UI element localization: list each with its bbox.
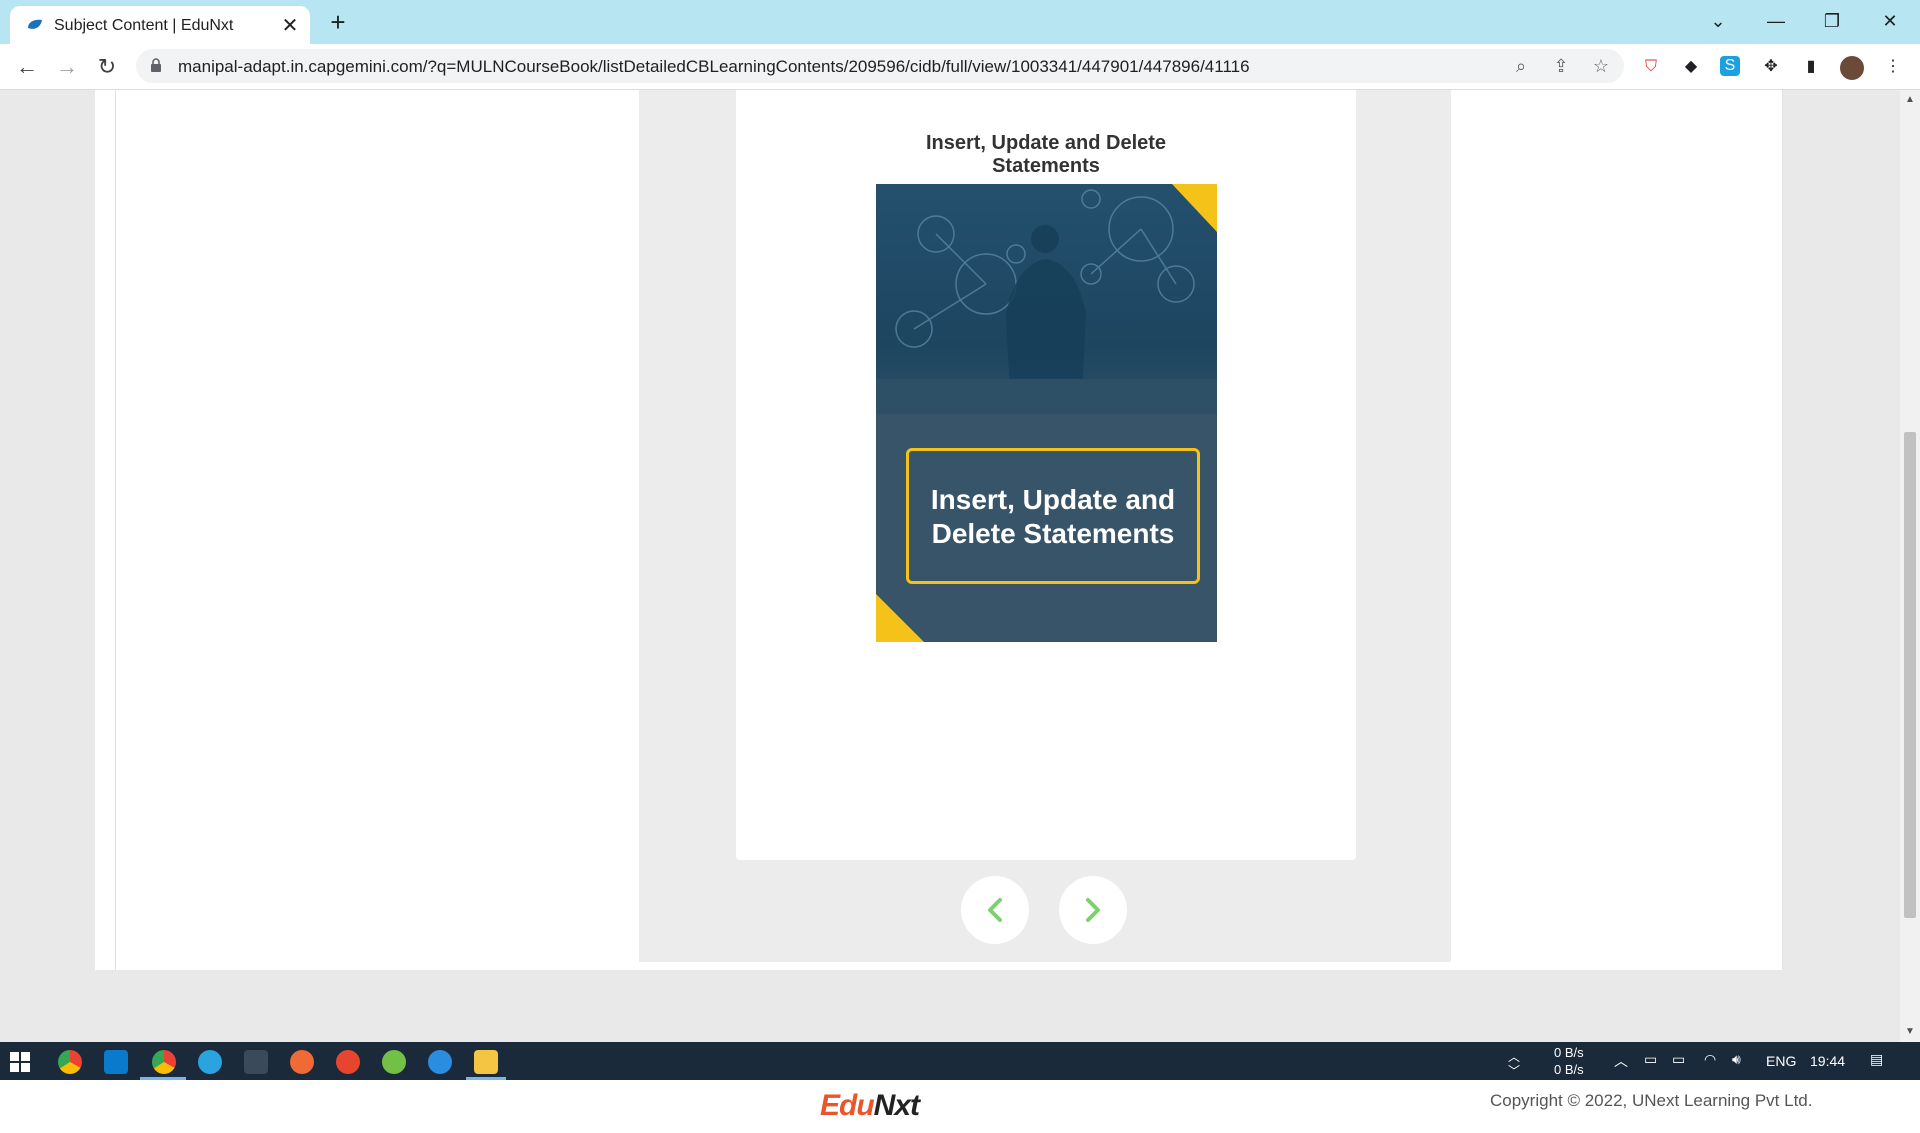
edunxt-logo: EduNxt <box>820 1089 920 1123</box>
clock[interactable]: 19:44 <box>1810 1053 1845 1069</box>
cover-title-line: Insert, Update and <box>930 484 1176 515</box>
cover-image: Insert, Update and Delete Statements <box>876 184 1217 642</box>
cover-photo <box>876 184 1217 414</box>
browser-tab-strip: Subject Content | EduNxt ✕ + ⌄ — ❐ ✕ <box>0 0 1920 44</box>
extensions-puzzle-icon[interactable]: ✥ <box>1760 56 1782 78</box>
network-people-illustration <box>876 189 1217 414</box>
content-card: Insert, Update and Delete Statements Ins… <box>736 90 1356 860</box>
address-bar[interactable]: manipal-adapt.in.capgemini.com/?q=MULNCo… <box>136 49 1624 83</box>
windows-start-icon[interactable] <box>10 1052 30 1072</box>
side-panel-icon[interactable]: ▮ <box>1800 56 1822 78</box>
notifications-icon[interactable]: ▤ <box>1870 1051 1883 1068</box>
tab-title: Subject Content | EduNxt <box>54 17 234 34</box>
forward-button[interactable]: → <box>53 53 81 81</box>
scroll-up-arrow-icon[interactable]: ▲ <box>1904 94 1916 106</box>
app-icon[interactable] <box>244 1050 268 1074</box>
zoom-icon[interactable]: ⌕ <box>1510 55 1532 77</box>
browser-tab[interactable]: Subject Content | EduNxt ✕ <box>10 6 310 44</box>
volume-icon[interactable]: 🔊︎ <box>1732 1051 1741 1068</box>
content-container: Insert, Update and Delete Statements Ins… <box>95 90 1783 970</box>
vscode-icon[interactable] <box>104 1050 128 1074</box>
postman-icon[interactable] <box>290 1050 314 1074</box>
windows-taskbar: ︿ ﹀ 0 B/s 0 B/s ︿ ▭ ▭ ◠ 🔊︎ ENG 19:44 ▤ <box>0 1042 1920 1080</box>
file-explorer-icon[interactable] <box>474 1050 498 1074</box>
logo-text: Edu <box>820 1089 875 1122</box>
cover-title: Insert, Update and Delete Statements <box>909 483 1197 551</box>
scroll-thumb[interactable] <box>1904 432 1916 918</box>
edunxt-favicon-icon <box>28 19 42 29</box>
page-background: Insert, Update and Delete Statements Ins… <box>0 90 1900 1133</box>
wifi-icon[interactable]: ◠ <box>1704 1051 1716 1068</box>
logo-text: Nxt <box>873 1089 920 1122</box>
cover-title-box: Insert, Update and Delete Statements <box>906 448 1200 584</box>
close-tab-icon[interactable]: ✕ <box>278 14 302 38</box>
telegram-icon[interactable] <box>198 1050 222 1074</box>
corner-accent-top <box>1172 184 1217 232</box>
corner-accent-bottom <box>876 594 924 642</box>
url-text: manipal-adapt.in.capgemini.com/?q=MULNCo… <box>178 57 1250 76</box>
chrome-active-icon[interactable] <box>152 1050 176 1074</box>
network-download-speed: 0 B/s <box>1554 1062 1584 1077</box>
previous-button[interactable] <box>961 876 1029 944</box>
meet-icon[interactable]: ▭ <box>1644 1051 1657 1068</box>
close-window-button[interactable]: ✕ <box>1872 6 1908 36</box>
cover-title-line: Delete Statements <box>931 518 1175 549</box>
browser-toolbar: ← → ↻ manipal-adapt.in.capgemini.com/?q=… <box>0 44 1920 90</box>
chevron-down-icon[interactable]: ﹀ <box>1508 1062 1520 1079</box>
show-hidden-icons-icon[interactable]: ︿ <box>1614 1051 1628 1071</box>
menu-kebab-icon[interactable]: ⋮ <box>1882 56 1904 78</box>
chevron-left-icon <box>988 898 1002 922</box>
network-upload-speed: 0 B/s <box>1554 1045 1584 1060</box>
extension-s-icon[interactable]: S <box>1720 56 1740 76</box>
tab-search-icon[interactable]: ⌄ <box>1700 6 1736 36</box>
divider <box>1782 90 1783 970</box>
share-icon[interactable]: ⇪ <box>1550 55 1572 77</box>
vertical-scrollbar[interactable]: ▲ ▼ <box>1900 90 1920 1042</box>
scroll-down-arrow-icon[interactable]: ▼ <box>1904 1026 1916 1038</box>
back-button[interactable]: ← <box>13 53 41 81</box>
bookmark-star-icon[interactable]: ☆ <box>1590 55 1612 77</box>
chevron-right-icon <box>1086 898 1100 922</box>
divider <box>115 90 116 970</box>
torrent-icon[interactable] <box>382 1050 406 1074</box>
extension-dark-icon[interactable]: ◆ <box>1680 56 1702 78</box>
profile-avatar[interactable] <box>1840 56 1864 80</box>
reload-button[interactable]: ↻ <box>93 53 121 81</box>
language-indicator[interactable]: ENG <box>1766 1053 1796 1069</box>
restore-button[interactable]: ❐ <box>1814 6 1850 36</box>
minimize-button[interactable]: — <box>1758 6 1794 36</box>
battery-icon[interactable]: ▭ <box>1672 1051 1685 1068</box>
new-tab-button[interactable]: + <box>324 9 352 37</box>
extension-pocket-icon[interactable]: ⛉ <box>1640 56 1662 78</box>
chrome-icon[interactable] <box>58 1050 82 1074</box>
lock-icon <box>151 58 161 72</box>
copyright-text: Copyright © 2022, UNext Learning Pvt Ltd… <box>1490 1091 1813 1110</box>
presentation-icon[interactable] <box>336 1050 360 1074</box>
content-title: Insert, Update and Delete Statements <box>925 132 1167 177</box>
browser-app-icon[interactable] <box>428 1050 452 1074</box>
content-reader: Insert, Update and Delete Statements Ins… <box>639 90 1451 962</box>
next-button[interactable] <box>1059 876 1127 944</box>
